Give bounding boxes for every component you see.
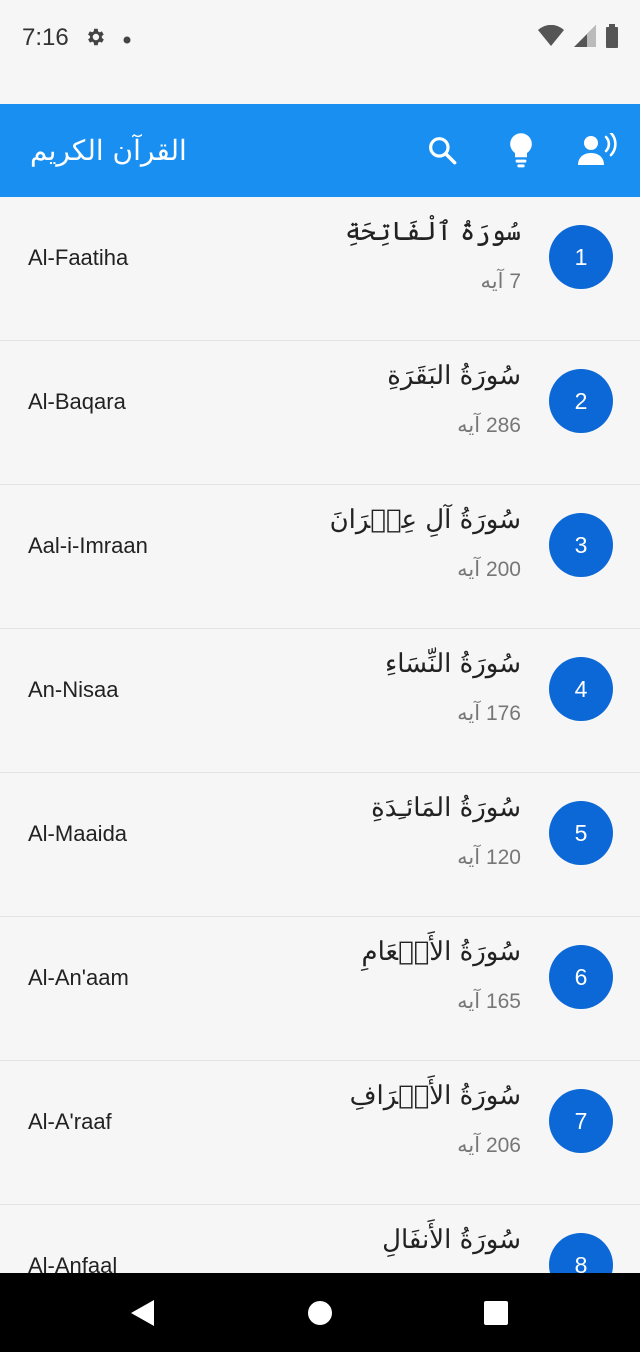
- surah-english-name: Aal-i-Imraan: [28, 533, 148, 558]
- surah-ayah-count: 206 آيه: [457, 1134, 521, 1157]
- surah-arabic-name: سُورَةُ الأَعۡرَافِ: [349, 1081, 521, 1111]
- surah-number-badge: 3: [549, 513, 613, 577]
- surah-english-name: An-Nisaa: [28, 677, 119, 702]
- surah-ayah-count: 7 آيه: [480, 270, 521, 293]
- surah-number-badge: 4: [549, 657, 613, 721]
- surah-english-name: Al-Anfaal: [28, 1253, 118, 1273]
- surah-arabic-name: سُورَةُ الأَنۡعَامِ: [361, 937, 521, 967]
- surah-arabic-name: سُورَةُ ٱلْفَاتِحَةِ: [345, 217, 521, 247]
- surah-list[interactable]: Al-Faatiha سُورَةُ ٱلْفَاتِحَةِ 7 آيه 1 …: [0, 197, 640, 1273]
- search-icon[interactable]: [420, 128, 464, 172]
- wifi-icon: [538, 24, 564, 51]
- surah-english-name: Al-Maaida: [28, 821, 128, 846]
- list-item[interactable]: Al-Anfaal سُورَةُ الأَنفَالِ 8: [0, 1205, 640, 1273]
- home-icon[interactable]: [302, 1295, 338, 1331]
- signal-icon: [574, 25, 596, 51]
- list-item[interactable]: An-Nisaa سُورَةُ النِّسَاءِ 176 آيه 4: [0, 629, 640, 773]
- surah-ayah-count: 120 آيه: [457, 846, 521, 869]
- surah-ayah-count: 200 آيه: [457, 558, 521, 581]
- app-title: القرآن الكريم: [30, 134, 187, 167]
- surah-english-name: Al-Faatiha: [28, 245, 129, 270]
- status-time: 7:16: [22, 24, 69, 51]
- recitation-icon[interactable]: [576, 128, 620, 172]
- navigation-bar: [0, 1273, 640, 1352]
- recents-icon[interactable]: [478, 1295, 514, 1331]
- surah-english-name: Al-Baqara: [28, 389, 126, 414]
- list-item[interactable]: Aal-i-Imraan سُورَةُ آلِ عِمۡرَانَ 200 آ…: [0, 485, 640, 629]
- app-bar: القرآن الكريم: [0, 104, 640, 197]
- list-item[interactable]: Al-Faatiha سُورَةُ ٱلْفَاتِحَةِ 7 آيه 1: [0, 197, 640, 341]
- surah-english-name: Al-A'raaf: [28, 1109, 112, 1134]
- list-item[interactable]: Al-An'aam سُورَةُ الأَنۡعَامِ 165 آيه 6: [0, 917, 640, 1061]
- back-icon[interactable]: [124, 1295, 160, 1331]
- list-item[interactable]: Al-A'raaf سُورَةُ الأَعۡرَافِ 206 آيه 7: [0, 1061, 640, 1205]
- surah-english-name: Al-An'aam: [28, 965, 129, 990]
- surah-ayah-count: 286 آيه: [457, 414, 521, 437]
- settings-icon: [84, 26, 106, 52]
- status-bar: 7:16: [0, 0, 640, 80]
- lightbulb-icon[interactable]: [499, 128, 543, 172]
- battery-icon: [606, 24, 618, 52]
- surah-number-badge: 7: [549, 1089, 613, 1153]
- list-item[interactable]: Al-Maaida سُورَةُ المَائـِدَةِ 120 آيه 5: [0, 773, 640, 917]
- surah-ayah-count: 165 آيه: [457, 990, 521, 1013]
- surah-arabic-name: سُورَةُ النِّسَاءِ: [385, 649, 521, 679]
- surah-number-badge: 6: [549, 945, 613, 1009]
- surah-number-badge: 1: [549, 225, 613, 289]
- surah-number-badge: 8: [549, 1233, 613, 1273]
- dot-icon: [122, 30, 132, 49]
- surah-arabic-name: سُورَةُ آلِ عِمۡرَانَ: [329, 505, 521, 535]
- surah-number-badge: 2: [549, 369, 613, 433]
- surah-arabic-name: سُورَةُ البَقَرَةِ: [387, 361, 521, 391]
- surah-ayah-count: 176 آيه: [457, 702, 521, 725]
- surah-arabic-name: سُورَةُ المَائـِدَةِ: [371, 793, 521, 823]
- surah-number-badge: 5: [549, 801, 613, 865]
- surah-arabic-name: سُورَةُ الأَنفَالِ: [382, 1225, 521, 1255]
- list-item[interactable]: Al-Baqara سُورَةُ البَقَرَةِ 286 آيه 2: [0, 341, 640, 485]
